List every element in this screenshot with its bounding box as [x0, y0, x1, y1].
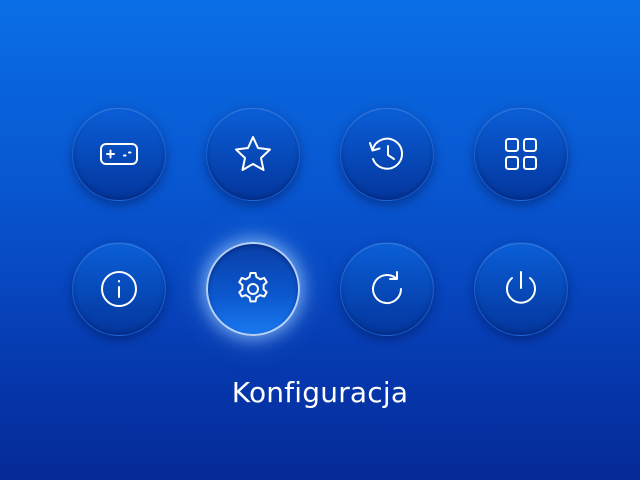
games-button[interactable] [72, 107, 166, 201]
power-icon [506, 271, 536, 304]
star-icon [235, 136, 271, 171]
history-icon [369, 137, 404, 170]
gear-icon [238, 272, 268, 303]
refresh-button[interactable] [340, 242, 434, 336]
settings-button[interactable] [206, 242, 300, 336]
info-button[interactable] [72, 242, 166, 336]
refresh-icon [372, 271, 402, 304]
gamepad-icon [100, 143, 138, 165]
home-menu-screen: Konfiguracja [0, 0, 640, 480]
favorites-button[interactable] [206, 107, 300, 201]
info-icon [101, 271, 137, 307]
grid-icon [505, 138, 537, 170]
menu-grid [72, 107, 568, 337]
selected-item-label: Konfiguracja [231, 376, 409, 409]
power-button[interactable] [474, 242, 568, 336]
history-button[interactable] [340, 107, 434, 201]
apps-button[interactable] [474, 107, 568, 201]
